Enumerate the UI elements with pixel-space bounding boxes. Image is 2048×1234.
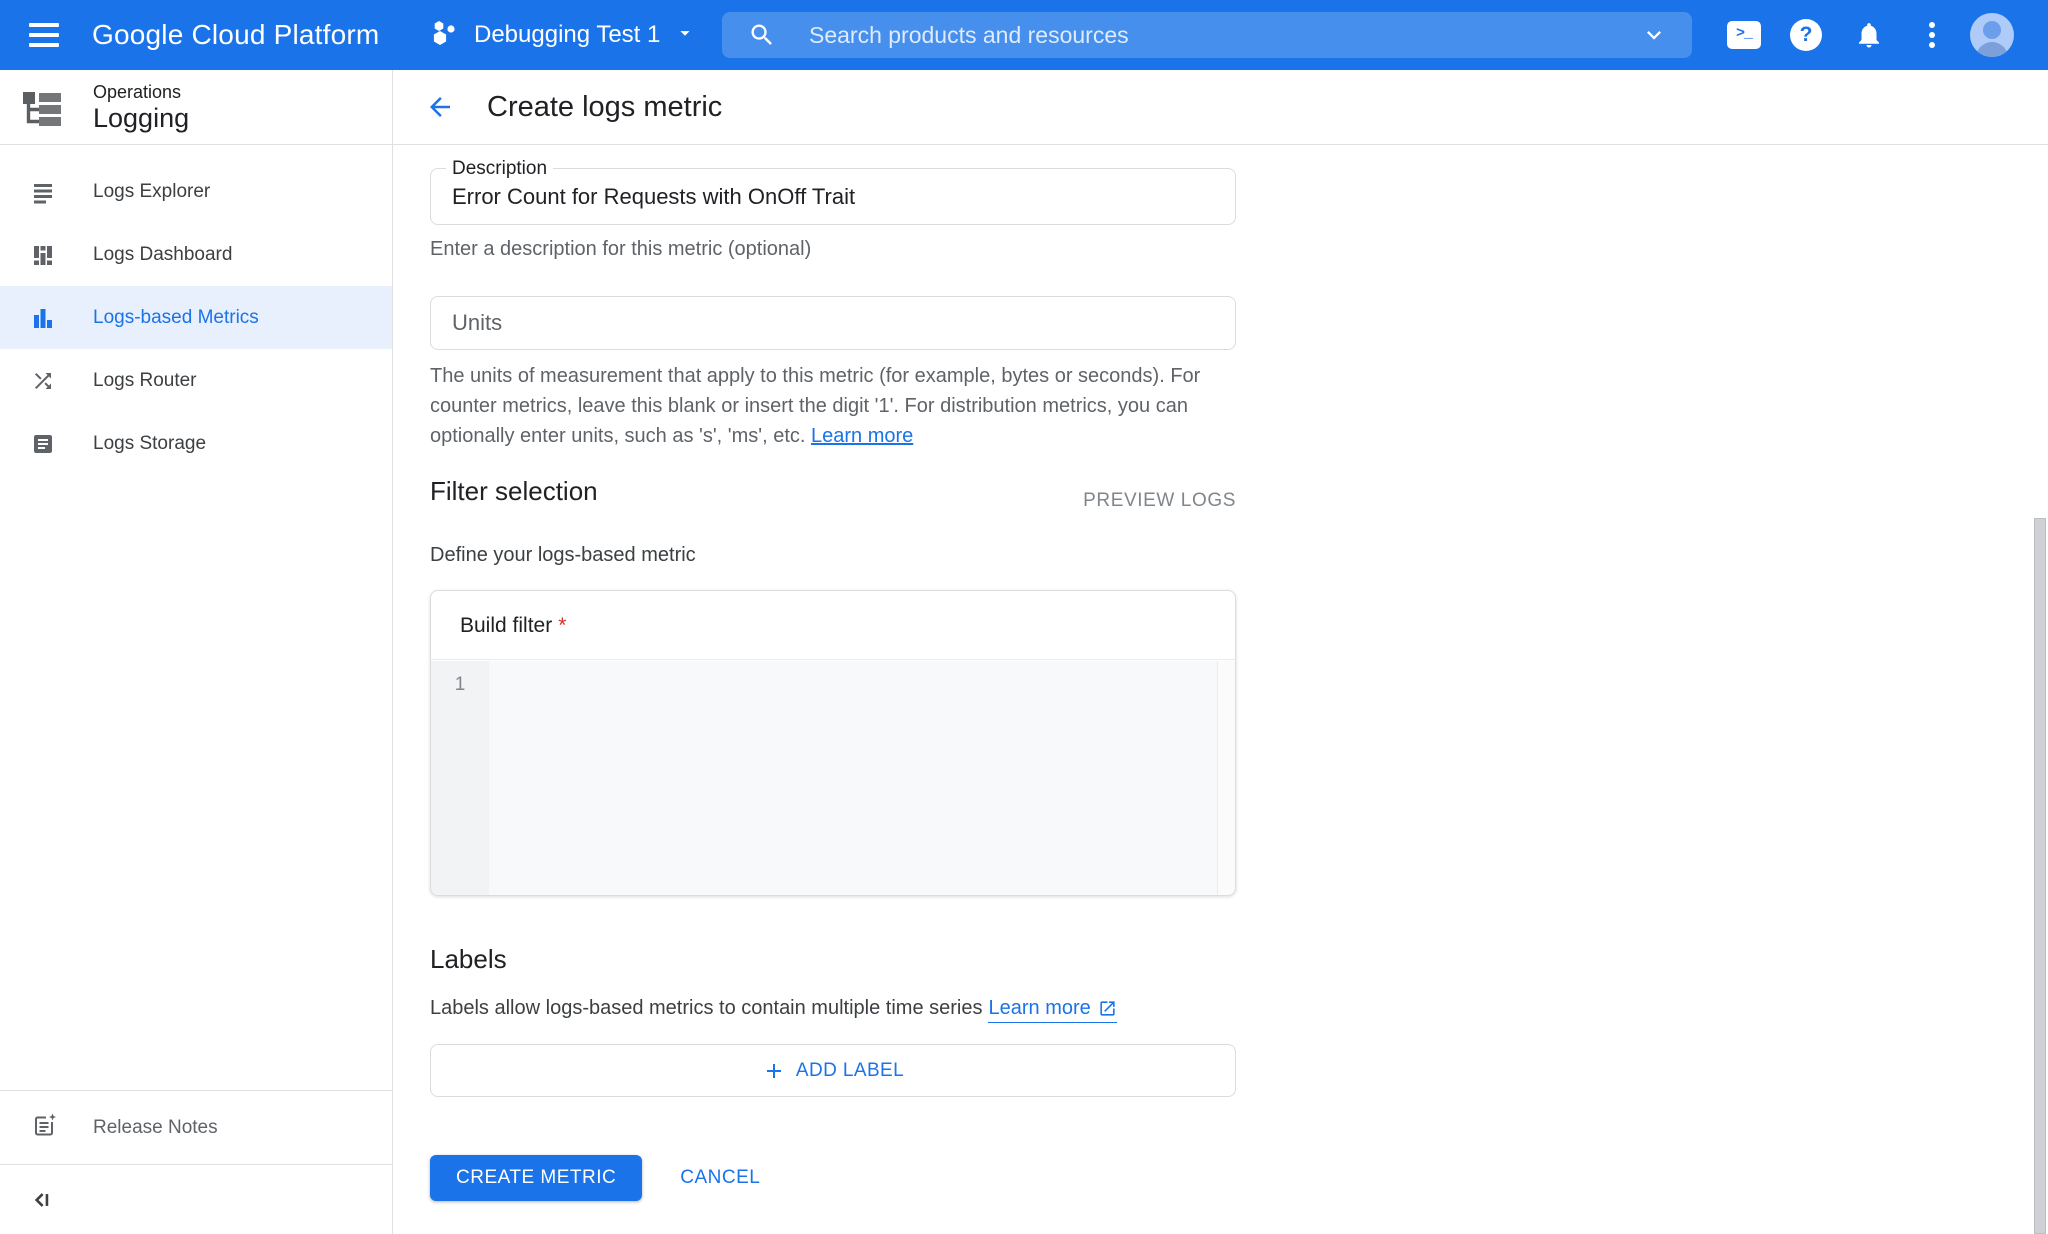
- page-scrollbar-thumb[interactable]: [2034, 518, 2046, 1234]
- sidebar-item-label: Logs Router: [93, 370, 197, 392]
- collapse-sidebar-icon[interactable]: [28, 1187, 54, 1213]
- page-header: Create logs metric: [393, 70, 2048, 145]
- release-notes-icon: [31, 1112, 57, 1144]
- project-name: Debugging Test 1: [474, 21, 660, 49]
- sidebar-item-logs-explorer[interactable]: Logs Explorer: [0, 160, 392, 223]
- editor-line-number: 1: [431, 674, 489, 696]
- description-helper-text: Enter a description for this metric (opt…: [430, 238, 811, 261]
- labels-description: Labels allow logs-based metrics to conta…: [430, 997, 1117, 1023]
- logs-dashboard-icon: [31, 243, 55, 267]
- account-avatar[interactable]: [1970, 13, 2014, 57]
- avatar-head: [1983, 21, 2001, 39]
- gcp-console: Google Cloud Platform Debugging Test 1 S…: [0, 0, 2048, 1234]
- sidebar-item-logs-storage[interactable]: Logs Storage: [0, 412, 392, 475]
- back-arrow-icon[interactable]: [425, 92, 455, 122]
- search-chevron-down-icon[interactable]: [1640, 21, 1668, 54]
- preview-logs-button[interactable]: PREVIEW LOGS: [1036, 490, 1236, 512]
- sidebar-item-label: Logs-based Metrics: [93, 307, 259, 329]
- search-placeholder: Search products and resources: [809, 12, 1129, 58]
- more-options-button[interactable]: [1922, 0, 1942, 70]
- description-field[interactable]: Description Error Count for Requests wit…: [430, 168, 1236, 225]
- units-field[interactable]: Units: [430, 296, 1236, 350]
- sidebar-item-logs-dashboard[interactable]: Logs Dashboard: [0, 223, 392, 286]
- logs-based-metrics-icon: [31, 306, 55, 330]
- sidebar-item-label: Release Notes: [93, 1117, 218, 1139]
- sidebar-collapse-row: [0, 1164, 392, 1234]
- sidebar-item-label: Logs Explorer: [93, 181, 210, 203]
- editor-line-gutter: 1: [431, 661, 489, 895]
- plus-icon: [762, 1059, 786, 1083]
- form-actions: CREATE METRIC CANCEL: [430, 1155, 760, 1201]
- sidebar-item-label: Logs Dashboard: [93, 244, 232, 266]
- labels-heading: Labels: [430, 944, 507, 975]
- cancel-button[interactable]: CANCEL: [680, 1167, 760, 1189]
- add-label-text: ADD LABEL: [796, 1060, 904, 1082]
- sidebar-menu: Logs Explorer Logs Dashboard: [0, 145, 392, 475]
- cloud-shell-button[interactable]: >_: [1726, 0, 1762, 70]
- main-content: Create logs metric Description Error Cou…: [393, 70, 2048, 1234]
- more-vert-icon: [1929, 22, 1935, 48]
- sidebar-footer: Release Notes: [0, 1090, 392, 1234]
- editor-input-area[interactable]: [489, 661, 1217, 895]
- search-icon: [748, 21, 776, 54]
- sidebar-eyebrow: Operations: [93, 82, 181, 103]
- brand-logo: Google Cloud Platform: [92, 0, 379, 70]
- avatar-body: [1976, 42, 2008, 57]
- description-field-label: Description: [446, 158, 553, 180]
- logs-router-icon: [31, 369, 55, 393]
- bell-icon: [1854, 20, 1884, 50]
- filter-code-editor[interactable]: 1: [431, 661, 1235, 895]
- search-input[interactable]: Search products and resources: [722, 12, 1692, 58]
- units-learn-more-link[interactable]: Learn more: [811, 425, 913, 447]
- sidebar-item-label: Logs Storage: [93, 433, 206, 455]
- sidebar-title: Logging: [93, 103, 189, 134]
- units-field-placeholder[interactable]: Units: [431, 297, 1235, 349]
- units-helper-text: The units of measurement that apply to t…: [430, 361, 1205, 451]
- notifications-button[interactable]: [1853, 0, 1885, 70]
- logs-storage-icon: [31, 432, 55, 456]
- top-app-bar: Google Cloud Platform Debugging Test 1 S…: [0, 0, 2048, 70]
- sidebar-header: Operations Logging: [0, 70, 392, 145]
- editor-scrollbar[interactable]: [1217, 661, 1235, 895]
- required-asterisk: *: [558, 614, 566, 637]
- logs-explorer-icon: [31, 180, 55, 204]
- sidebar-item-release-notes[interactable]: Release Notes: [0, 1090, 392, 1164]
- labels-learn-more-link[interactable]: Learn more: [988, 997, 1116, 1023]
- filter-selection-subtitle: Define your logs-based metric: [430, 544, 696, 567]
- filter-selection-heading: Filter selection: [430, 476, 598, 507]
- project-icon: [430, 18, 460, 53]
- sidebar-item-logs-based-metrics[interactable]: Logs-based Metrics: [0, 286, 392, 349]
- sidebar-item-logs-router[interactable]: Logs Router: [0, 349, 392, 412]
- logging-product-icon: [20, 86, 64, 135]
- create-metric-button[interactable]: CREATE METRIC: [430, 1155, 642, 1201]
- menu-icon[interactable]: [29, 23, 61, 47]
- sidebar: Operations Logging Logs Explorer: [0, 70, 393, 1234]
- help-button[interactable]: ?: [1790, 0, 1822, 70]
- external-link-icon: [1098, 999, 1117, 1018]
- build-filter-header: Build filter*: [431, 591, 1235, 660]
- build-filter-card: Build filter* 1: [430, 590, 1236, 896]
- help-icon: ?: [1790, 19, 1822, 51]
- cloud-shell-icon: >_: [1727, 21, 1761, 49]
- project-caret-icon: [674, 22, 696, 49]
- page-title: Create logs metric: [487, 70, 722, 145]
- add-label-button[interactable]: ADD LABEL: [430, 1044, 1236, 1097]
- project-selector[interactable]: Debugging Test 1: [430, 0, 696, 70]
